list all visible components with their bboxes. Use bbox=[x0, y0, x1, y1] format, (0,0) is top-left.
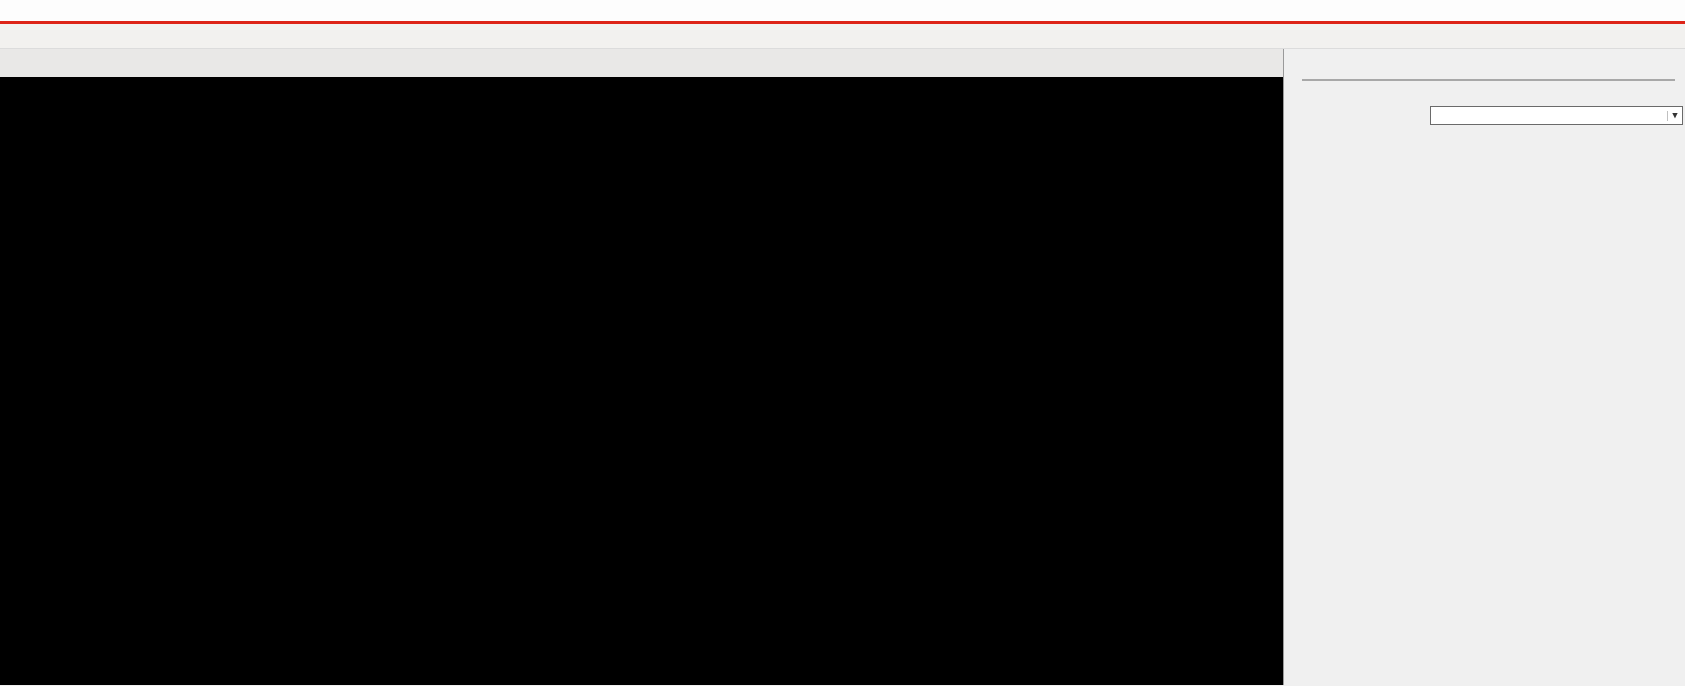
panel-body: ▼ bbox=[1284, 68, 1685, 685]
main-area: ▼ bbox=[0, 49, 1685, 685]
visibility-panel: ▼ bbox=[1283, 49, 1685, 685]
document-tab-bar bbox=[0, 49, 1283, 77]
menu-bar bbox=[0, 0, 1685, 22]
chevron-down-icon: ▼ bbox=[1667, 110, 1682, 121]
panel-tab-bar bbox=[1284, 49, 1685, 68]
panel-title-row bbox=[1296, 72, 1683, 88]
pcb-drawing bbox=[0, 77, 1283, 685]
title-rule bbox=[1302, 79, 1675, 81]
pcb-canvas[interactable] bbox=[0, 77, 1283, 685]
view-row: ▼ bbox=[1296, 106, 1683, 125]
annotation-red-line bbox=[0, 21, 1685, 24]
view-dropdown[interactable]: ▼ bbox=[1430, 106, 1683, 125]
toolbar bbox=[0, 22, 1685, 49]
canvas-column bbox=[0, 49, 1283, 685]
application-window: ▼ bbox=[0, 0, 1685, 686]
